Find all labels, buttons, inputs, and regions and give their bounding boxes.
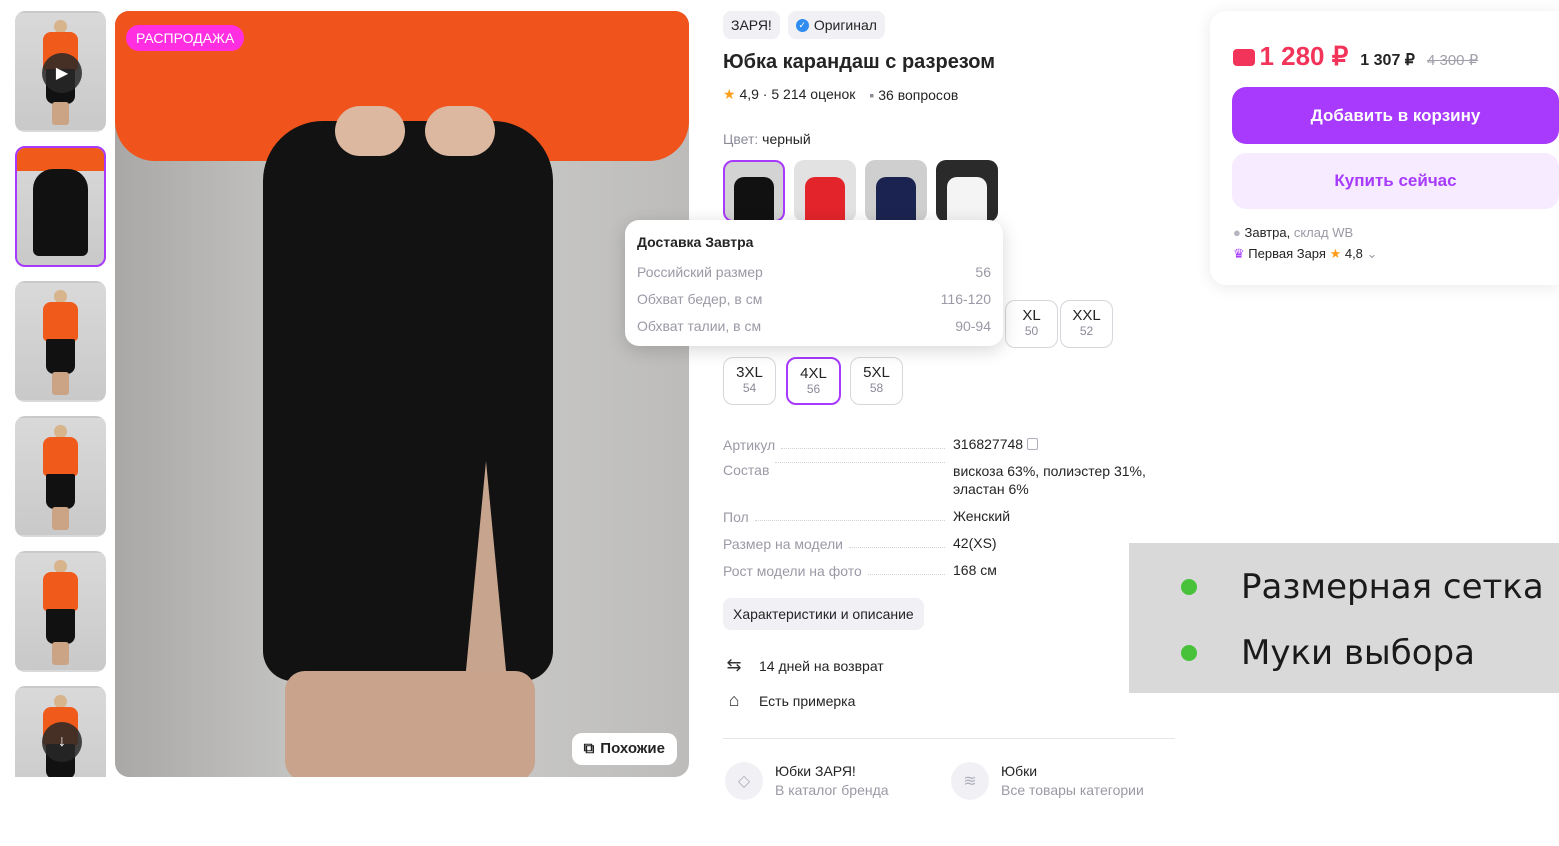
- thumbnail-1[interactable]: [15, 146, 106, 267]
- color-value: черный: [762, 131, 811, 147]
- crown-icon: ♛: [1233, 246, 1245, 261]
- hand-shape: [425, 106, 495, 156]
- bullet-dot: [1181, 645, 1197, 661]
- fitting-info: ⌂ Есть примерка: [723, 690, 856, 711]
- product-title: Юбка карандаш с разрезом: [723, 51, 996, 73]
- chevron-down-icon: ⌄: [1366, 246, 1378, 261]
- tooltip-row: Российский размер 56: [637, 264, 991, 280]
- spec-row: Рост модели на фото 168 см: [723, 562, 997, 579]
- comment-icon: ▪: [869, 86, 875, 103]
- play-icon[interactable]: ▶: [42, 53, 82, 93]
- main-product-image[interactable]: РАСПРОДАЖА ⧉ Похожие: [115, 11, 689, 777]
- spec-row: Пол Женский: [723, 508, 1011, 525]
- size-tooltip: Доставка Завтра Российский размер 56 Обхв…: [625, 220, 1003, 346]
- tooltip-row: Обхват бедер, в см 116-120: [637, 291, 991, 307]
- slide-bullet-item: Размерная сетка: [1181, 567, 1544, 607]
- swatch-white[interactable]: [936, 160, 998, 222]
- swatch-red[interactable]: [794, 160, 856, 222]
- original-label: Оригинал: [813, 17, 877, 33]
- hand-shape: [335, 106, 405, 156]
- brand-name: ЗАРЯ!: [731, 17, 772, 33]
- color-swatches: [723, 160, 998, 222]
- slide-overlay: Размерная сетка Муки выбора: [1129, 543, 1559, 693]
- delivery-info: ● Завтра, склад WB: [1233, 225, 1354, 240]
- color-label: Цвет: черный: [723, 131, 811, 147]
- category-link[interactable]: ≋ Юбки Все товары категории: [951, 762, 1144, 800]
- seller-rating: 4,8: [1344, 246, 1363, 261]
- price-old: 4 300 ₽: [1426, 52, 1479, 69]
- size-option[interactable]: 3XL 54: [723, 357, 776, 405]
- tag-icon: ◇: [725, 762, 763, 800]
- fitting-label: Есть примерка: [759, 692, 856, 709]
- rating-value: 4,9: [739, 86, 759, 102]
- product-info: ЗАРЯ! ✓ Оригинал Юбка карандаш с разрезом…: [723, 11, 1183, 800]
- seller-name: Первая Заря: [1248, 246, 1326, 261]
- thumbnail-strip: ▶ ↓: [15, 11, 107, 777]
- star-icon: ★: [1329, 246, 1342, 261]
- verified-check-icon: ✓: [795, 18, 809, 32]
- spec-row: Артикул 316827748: [723, 435, 1183, 453]
- rating-row[interactable]: ★ 4,9 · 5 214 оценок ▪ 36 вопросов: [723, 86, 958, 103]
- swatch-black[interactable]: [723, 160, 785, 222]
- skirt-shape: [263, 121, 553, 681]
- return-arrows-icon: ⇆: [726, 655, 742, 675]
- slide-bullet-item: Муки выбора: [1181, 633, 1475, 673]
- tooltip-row: Обхват талии, в см 90-94: [637, 318, 991, 334]
- similar-button[interactable]: ⧉ Похожие: [571, 733, 677, 765]
- size-option[interactable]: XXL 52: [1060, 300, 1113, 348]
- layers-icon: ≋: [951, 762, 989, 800]
- copy-icon[interactable]: [1027, 438, 1039, 450]
- legs-shape: [285, 671, 535, 777]
- seller-info[interactable]: ♛ Первая Заря ★ 4,8 ⌄: [1233, 246, 1377, 262]
- wallet-icon: [1233, 49, 1255, 66]
- return-label: 14 дней на возврат: [759, 657, 884, 674]
- bullet-dot: [1181, 579, 1197, 595]
- size-option[interactable]: XL 50: [1005, 300, 1058, 348]
- thumbnail-4[interactable]: [15, 551, 106, 672]
- size-option-selected[interactable]: 4XL 56: [786, 357, 841, 405]
- reviews-count: 5 214 оценок: [771, 86, 856, 102]
- spec-row: Размер на модели 42(XS): [723, 535, 997, 552]
- spec-row: Состав вискоза 63%, полиэстер 31%, эласта…: [723, 462, 1146, 497]
- tooltip-title: Доставка Завтра: [637, 234, 754, 250]
- brand-badge[interactable]: ЗАРЯ!: [723, 11, 780, 39]
- thumbnail-3[interactable]: [15, 416, 106, 537]
- price-row: 1 280 ₽ 1 307 ₽ 4 300 ₽: [1233, 41, 1478, 72]
- similar-label: Похожие: [600, 740, 665, 757]
- size-option[interactable]: 5XL 58: [850, 357, 903, 405]
- thumbnail-5[interactable]: ↓: [15, 686, 106, 777]
- arrow-down-icon[interactable]: ↓: [42, 722, 82, 762]
- return-info: ⇆ 14 дней на возврат: [723, 655, 884, 676]
- swatch-navy[interactable]: [865, 160, 927, 222]
- questions-count[interactable]: 36 вопросов: [878, 87, 958, 103]
- sale-badge: РАСПРОДАЖА: [126, 25, 245, 51]
- price-without-wallet: 1 307 ₽: [1360, 52, 1415, 69]
- price-current: 1 280 ₽: [1259, 41, 1349, 71]
- buy-card: 1 280 ₽ 1 307 ₽ 4 300 ₽ Добавить в корзи…: [1210, 11, 1559, 285]
- star-icon: ★: [723, 86, 736, 102]
- divider: [723, 738, 1175, 739]
- thumbnail-video[interactable]: ▶: [15, 11, 106, 132]
- characteristics-button[interactable]: Характеристики и описание: [723, 598, 924, 630]
- brand-catalog-link[interactable]: ◇ Юбки ЗАРЯ! В каталог бренда: [725, 762, 889, 800]
- original-badge: ✓ Оригинал: [787, 11, 885, 39]
- thumbnail-2[interactable]: [15, 281, 106, 402]
- hanger-icon: ⌂: [728, 690, 740, 710]
- add-to-cart-button[interactable]: Добавить в корзину: [1232, 87, 1559, 144]
- similar-icon: ⧉: [583, 740, 595, 757]
- buy-now-button[interactable]: Купить сейчас: [1232, 153, 1559, 209]
- article-number: 316827748: [953, 436, 1024, 452]
- box-icon: ●: [1233, 225, 1241, 240]
